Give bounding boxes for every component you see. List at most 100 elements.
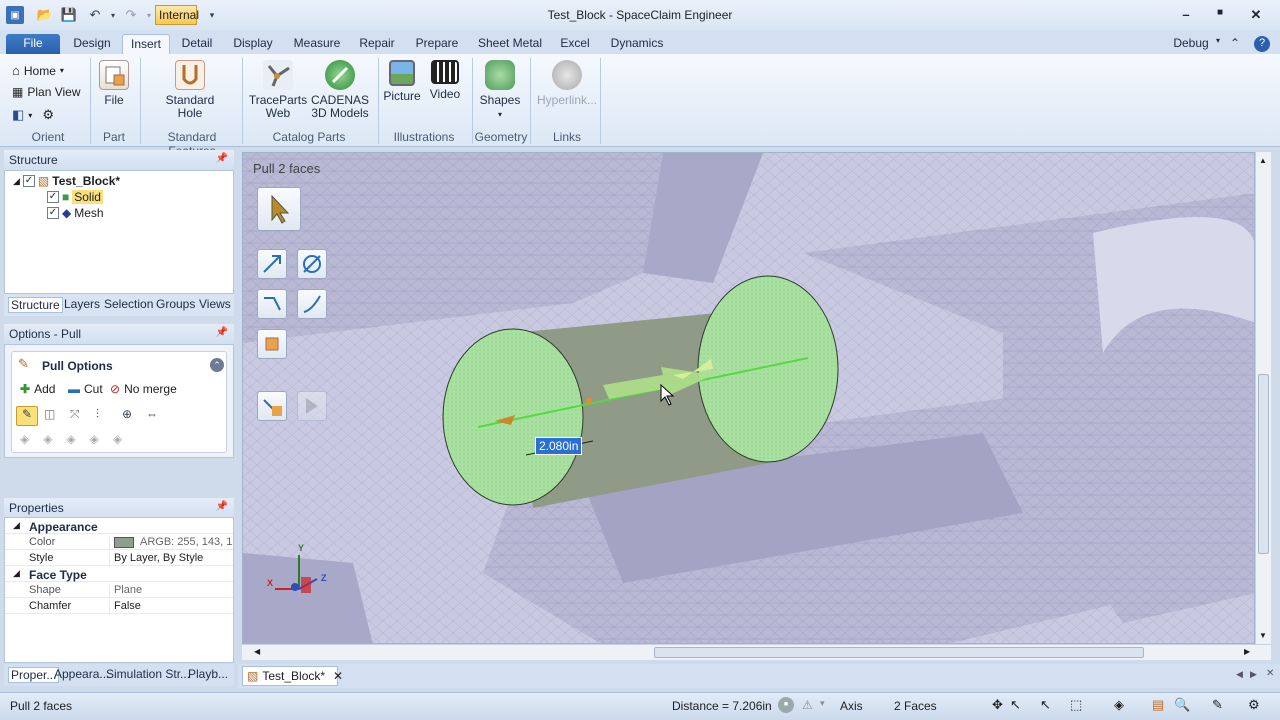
property-chamfer[interactable]: Chamfer False [5,598,233,615]
home-button[interactable]: ⌂ Home ▾ [12,63,64,78]
maximize-button[interactable]: ■ [1210,7,1230,23]
tab-excel[interactable]: Excel [554,34,596,54]
expand-icon[interactable]: ◢ [13,520,20,531]
tab-repair[interactable]: Repair [354,34,400,54]
pin-icon[interactable]: 📌 [216,501,228,512]
scroll-left-icon[interactable]: ◀ [254,647,260,656]
pin-icon[interactable]: 📌 [216,327,228,338]
sweep-tool-icon[interactable] [297,289,327,319]
property-color[interactable]: Color ARGB: 255, 143, 175 [5,534,233,551]
select-tool-icon[interactable] [257,187,301,231]
property-style[interactable]: Style By Layer, By Style [5,550,233,567]
spin-icon[interactable]: ⚙ [42,107,54,123]
tab-appearance[interactable]: Appeara... [54,667,109,681]
vertical-scrollbar[interactable]: ▲ ▼ [1255,152,1271,644]
both-sides-icon[interactable]: ◫ [44,407,55,421]
category-face-type[interactable]: ◢ Face Type [5,566,233,582]
view-dropdown-icon[interactable]: ▾ [28,111,32,120]
tab-prepare[interactable]: Prepare [410,34,464,54]
stop-icon[interactable]: ■ [778,697,794,713]
tab-layers[interactable]: Layers [64,297,100,311]
property-shape[interactable]: Shape Plane [5,582,233,599]
close-tab-icon[interactable]: ✕ [333,669,343,683]
up-to-tool-icon[interactable] [257,289,287,319]
rotate-icon[interactable]: ⊕ [122,407,132,421]
tab-display[interactable]: Display [226,34,280,54]
revolve-tool-icon[interactable] [297,249,327,279]
close-button[interactable]: ✕ [1246,7,1266,23]
vertical-scroll-thumb[interactable] [1258,374,1269,554]
traceparts-button[interactable]: TraceParts Web [248,60,308,120]
tab-scroll-left-icon[interactable]: ◀ [1236,669,1243,680]
hyperlink-button[interactable]: Hyperlink... [536,60,598,107]
cadenas-button[interactable]: CADENAS 3D Models [310,60,370,120]
view-cube-icon[interactable]: ◧ [12,107,24,123]
picture-button[interactable]: Picture [382,60,422,103]
tab-properties[interactable]: Proper... [8,667,60,683]
pivot-icon[interactable]: ⫶ [96,407,99,422]
tab-file[interactable]: File [6,34,60,54]
tree-root-checkbox[interactable]: ✓ [22,175,35,187]
scroll-up-icon[interactable]: ▲ [1259,156,1267,165]
horizontal-scrollbar[interactable]: ◀ ▶ [242,644,1271,660]
dimension-value-input[interactable]: 2.080in [535,437,583,455]
complete-tool-icon[interactable] [257,391,287,421]
scroll-right-icon[interactable]: ▶ [1244,647,1250,656]
minimize-button[interactable]: – [1176,7,1196,23]
scroll-down-icon[interactable]: ▼ [1259,631,1267,640]
tab-playback[interactable]: Playb... [188,667,228,681]
display-style-icon[interactable]: ◈ [1114,697,1124,713]
move-icon[interactable]: ✥ [992,697,1003,713]
tree-item-mesh[interactable]: ✓ ◆ Mesh [47,206,104,220]
tab-groups[interactable]: Groups [156,297,195,311]
debug-dropdown-icon[interactable]: ▾ [1212,34,1224,54]
document-tab[interactable]: ▧ Test_Block* ✕ [242,666,343,686]
file-insert-button[interactable]: File [96,60,132,107]
select-cursor-icon[interactable]: ↖ [1010,697,1021,713]
no-merge-option[interactable]: ⊘ No merge [110,382,177,396]
plan-view-button[interactable]: ▦ Plan View [12,85,81,99]
tab-structure[interactable]: Structure [8,297,63,313]
collapse-ribbon-icon[interactable]: ⌃ [1228,34,1242,54]
video-button[interactable]: Video [426,60,464,101]
direction-tool-icon[interactable] [257,249,287,279]
standard-hole-button[interactable]: Standard Hole [160,60,220,120]
cut-option[interactable]: ▬ Cut [68,382,103,396]
model-canvas[interactable] [243,153,1255,644]
shapes-button[interactable]: Shapes ▾ [478,60,522,121]
tree-item-solid[interactable]: ✓ ■ Solid [47,190,103,204]
tab-selection[interactable]: Selection [104,297,153,311]
close-document-icon[interactable]: ✕ [1266,668,1274,679]
options-icon[interactable]: ⚙ [1248,697,1260,713]
sketch-icon[interactable]: ✎ [1212,697,1223,713]
tab-design[interactable]: Design [66,34,118,54]
tab-simulation-structure[interactable]: Simulation Str... [106,667,190,681]
design-viewport[interactable]: Pull 2 faces 2.080in Y X Z [242,152,1255,644]
tab-detail[interactable]: Detail [174,34,220,54]
tab-sheet-metal[interactable]: Sheet Metal [476,34,544,54]
tab-dynamics[interactable]: Dynamics [606,34,668,54]
mesh-checkbox[interactable]: ✓ [47,207,59,219]
warning-dropdown-icon[interactable]: ▾ [820,698,825,709]
box-select-icon[interactable]: ⬚ [1070,697,1082,713]
expand-icon[interactable]: ◢ [13,176,20,187]
horizontal-scroll-thumb[interactable] [654,647,1144,658]
tab-measure[interactable]: Measure [286,34,348,54]
pin-icon[interactable]: 📌 [216,153,228,164]
help-icon[interactable]: ? [1254,36,1270,52]
zoom-icon[interactable]: 🔍 [1174,697,1190,713]
warning-icon[interactable]: ⚠ [802,698,813,712]
debug-menu[interactable]: Debug [1168,34,1214,54]
add-option[interactable]: ✚ Add [20,382,55,396]
measure-icon[interactable]: ⇔ [146,407,158,421]
solid-checkbox[interactable]: ✓ [47,191,59,203]
select-mode-icon[interactable]: ↖ [1040,697,1051,713]
collapse-icon[interactable]: ⌃ [210,358,224,372]
pull-option-tool-icon[interactable]: ✎ [16,406,38,426]
ruled-icon[interactable]: ⤧ [70,407,80,422]
tab-scroll-right-icon[interactable]: ▶ [1250,669,1257,680]
category-appearance[interactable]: ◢ Appearance [5,518,233,534]
tab-views[interactable]: Views [199,297,231,311]
tree-root[interactable]: ◢ ✓ ▧ Test_Block* [13,174,120,188]
expand-icon[interactable]: ◢ [13,568,20,579]
